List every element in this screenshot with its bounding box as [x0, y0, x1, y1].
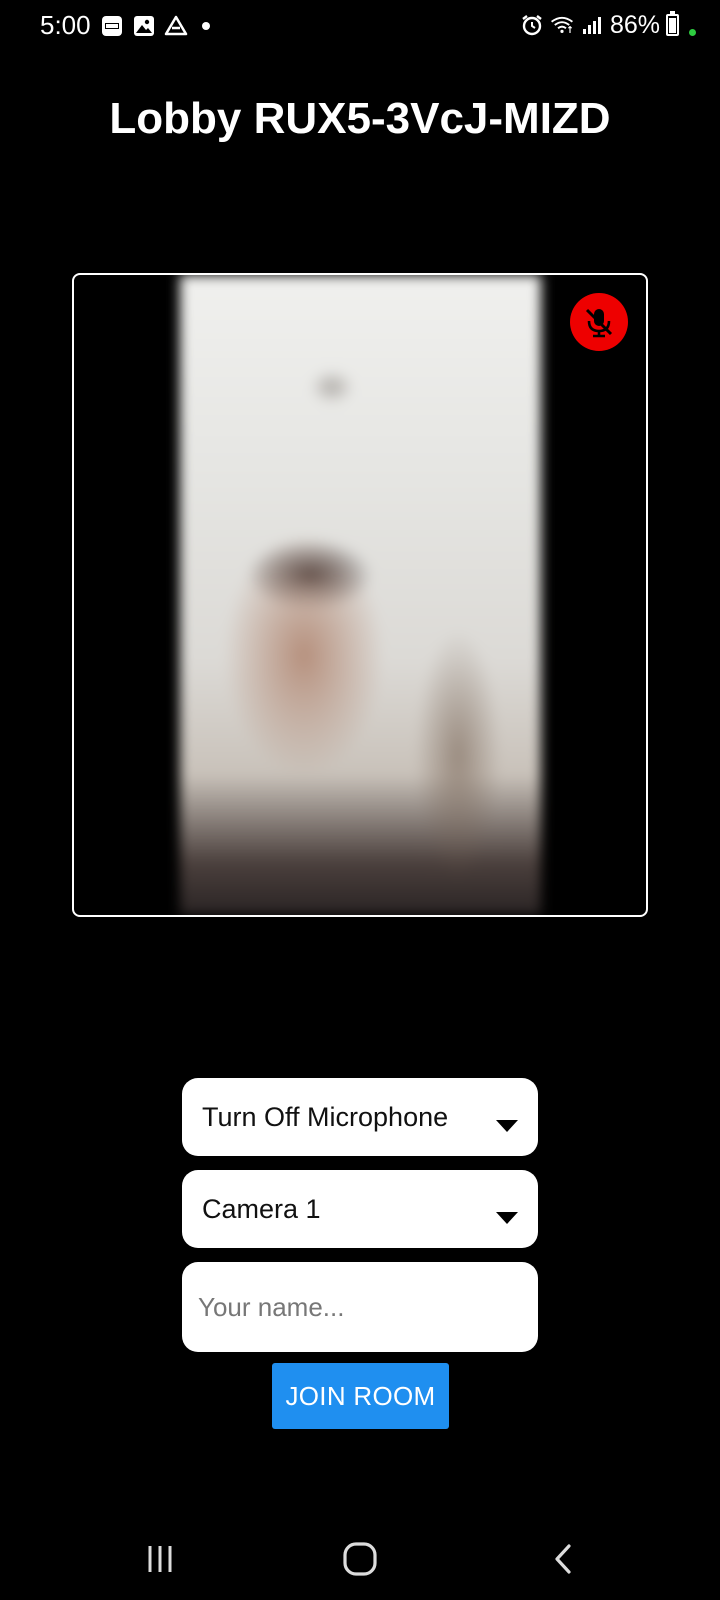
microphone-select-value: Turn Off Microphone [202, 1102, 449, 1132]
chevron-down-icon [496, 1120, 518, 1132]
camera-select[interactable]: Camera 1 [182, 1170, 538, 1248]
alarm-icon [520, 13, 544, 37]
system-nav-bar [0, 1520, 720, 1600]
more-notifications-dot [202, 22, 210, 30]
name-input[interactable] [182, 1262, 538, 1352]
battery-percent: 86% [609, 10, 660, 39]
status-bar: 5:00 86% [0, 0, 720, 52]
video-preview [72, 273, 648, 917]
recent-apps-icon[interactable] [130, 1534, 190, 1584]
klook-icon [100, 14, 124, 38]
privacy-indicator-dot [689, 28, 696, 36]
join-room-button[interactable]: JOIN ROOM [272, 1363, 449, 1429]
home-icon[interactable] [330, 1534, 390, 1584]
page-title: Lobby RUX5-3VcJ-MIZD [109, 94, 611, 143]
camera-select-value: Camera 1 [202, 1194, 321, 1224]
image-icon [132, 14, 156, 38]
mic-muted-icon[interactable] [570, 293, 628, 351]
camera-feed [180, 275, 541, 915]
drive-icon [164, 14, 188, 38]
system-status-icons: 86% [520, 10, 696, 40]
chevron-down-icon [496, 1212, 518, 1224]
notification-icons [100, 14, 210, 38]
microphone-select[interactable]: Turn Off Microphone [182, 1078, 538, 1156]
battery-icon [666, 11, 679, 36]
wifi-icon [550, 13, 574, 37]
status-time: 5:00 [40, 10, 91, 40]
back-icon[interactable] [534, 1534, 594, 1584]
signal-icon [580, 13, 604, 37]
